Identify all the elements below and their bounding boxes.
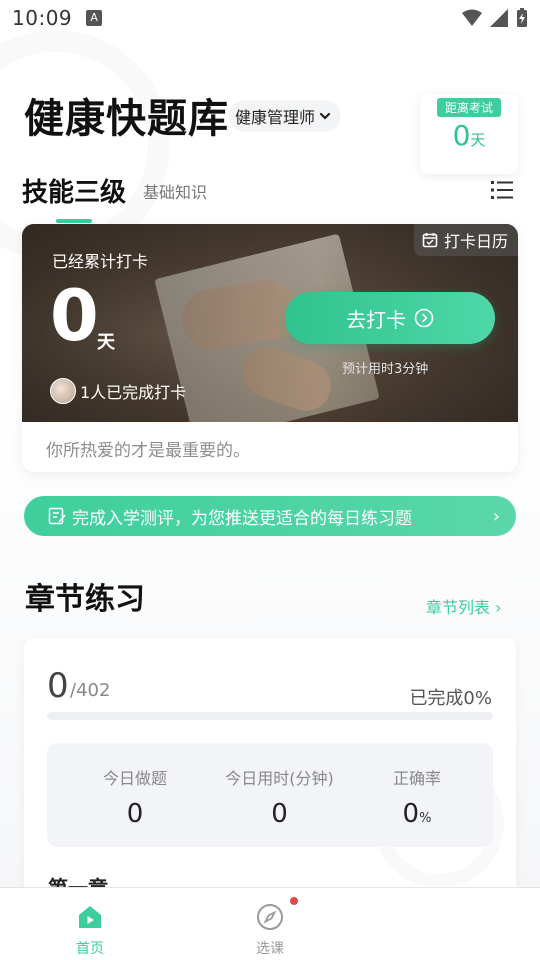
- nav-home[interactable]: 首页: [50, 902, 130, 958]
- stat-label: 今日用时(分钟): [225, 769, 334, 788]
- exam-countdown-value: 0天: [420, 119, 518, 152]
- today-stats-panel: 今日做题 0 今日用时(分钟) 0 正确率 0%: [47, 743, 493, 847]
- tab-basic-knowledge[interactable]: 基础知识: [143, 179, 207, 203]
- stat-unit: %: [419, 811, 432, 826]
- checkin-calendar-label: 打卡日历: [443, 232, 508, 251]
- stat-value: 0: [75, 799, 195, 829]
- status-icons: [462, 8, 528, 28]
- notification-badge: [290, 897, 298, 905]
- circle-arrow-right-icon: [414, 308, 434, 328]
- stat-today-minutes: 今日用时(分钟) 0: [212, 765, 347, 829]
- status-time: 10:09: [12, 6, 73, 30]
- active-tab-indicator: [56, 219, 92, 223]
- stat-value: 0: [212, 799, 347, 829]
- app-screen: 10:09 A 健康快题库 健康管理师 距离考试 0天 技能三级 基础知识 打卡…: [0, 0, 540, 960]
- accumulated-checkin-label: 已经累计打卡: [52, 252, 149, 271]
- chapter-list-label: 章节列表: [426, 598, 491, 617]
- go-checkin-button[interactable]: 去打卡: [285, 292, 495, 344]
- stat-value: 0%: [367, 799, 467, 829]
- exam-days-number: 0: [452, 119, 471, 152]
- chevron-right-icon: ›: [492, 505, 500, 527]
- estimated-time: 预计用时3分钟: [342, 362, 429, 377]
- checkin-completed-count: 1人已完成打卡: [50, 378, 186, 404]
- chevron-down-icon: [319, 112, 331, 120]
- stat-number: 0: [126, 799, 144, 829]
- home-icon: [79, 906, 101, 928]
- calendar-icon: [422, 233, 438, 248]
- checkin-calendar-button[interactable]: 打卡日历: [413, 224, 518, 256]
- chevron-right-icon: ›: [495, 598, 502, 617]
- progress-done-count: 0: [47, 666, 69, 706]
- signal-icon: [490, 9, 508, 27]
- progress-percent-label: 已完成0%: [409, 688, 492, 709]
- nav-course-selection[interactable]: 选课: [230, 902, 310, 958]
- checkin-completed-text: 1人已完成打卡: [80, 383, 187, 402]
- progress-total-count: /402: [70, 680, 111, 701]
- app-title: 健康快题库: [24, 96, 229, 142]
- list-menu-icon[interactable]: [491, 180, 513, 200]
- checkin-days-number: 0: [50, 275, 99, 357]
- checkin-days-unit: 天: [97, 332, 115, 353]
- chapter-list-link[interactable]: 章节列表 ›: [426, 594, 502, 618]
- profession-selector[interactable]: 健康管理师: [229, 100, 342, 132]
- stat-number: 0: [402, 799, 420, 829]
- go-checkin-label: 去打卡: [346, 307, 406, 332]
- exam-countdown[interactable]: 距离考试 0天: [420, 94, 518, 174]
- notification-a-icon: A: [86, 10, 103, 26]
- checkin-card: 打卡日历 已经累计打卡 0 天 1人已完成打卡 去打卡 预计用时3分钟 你所热爱…: [22, 224, 518, 472]
- bottom-navigation: 首页 选课: [0, 887, 540, 960]
- status-bar: 10:09 A: [0, 0, 540, 36]
- assessment-banner-text: 完成入学测评，为您推送更适合的每日练习题: [72, 508, 412, 529]
- stat-label: 今日做题: [102, 769, 167, 788]
- battery-icon: [517, 8, 527, 27]
- edit-note-icon: [48, 507, 66, 525]
- chapter-practice-title: 章节练习: [25, 582, 145, 617]
- assessment-banner[interactable]: 完成入学测评，为您推送更适合的每日练习题 ›: [24, 496, 516, 536]
- stat-number: 0: [271, 799, 288, 829]
- stat-label: 正确率: [392, 769, 441, 788]
- exam-countdown-label: 距离考试: [436, 98, 501, 117]
- nav-home-label: 首页: [76, 941, 104, 957]
- profession-label: 健康管理师: [235, 108, 316, 127]
- exam-days-unit: 天: [470, 131, 486, 149]
- tab-skill-level-3[interactable]: 技能三级: [22, 172, 126, 209]
- motivational-quote: 你所热爱的才是最重要的。: [46, 441, 250, 461]
- avatar: [50, 378, 76, 404]
- progress-bar: [47, 712, 493, 720]
- checkin-background-photo: 打卡日历 已经累计打卡 0 天 1人已完成打卡 去打卡 预计用时3分钟: [22, 224, 518, 422]
- nav-course-label: 选课: [256, 941, 284, 957]
- wifi-icon: [462, 9, 482, 26]
- stat-today-questions: 今日做题 0: [75, 765, 195, 829]
- compass-icon: [257, 904, 283, 930]
- stat-accuracy: 正确率 0%: [367, 765, 467, 829]
